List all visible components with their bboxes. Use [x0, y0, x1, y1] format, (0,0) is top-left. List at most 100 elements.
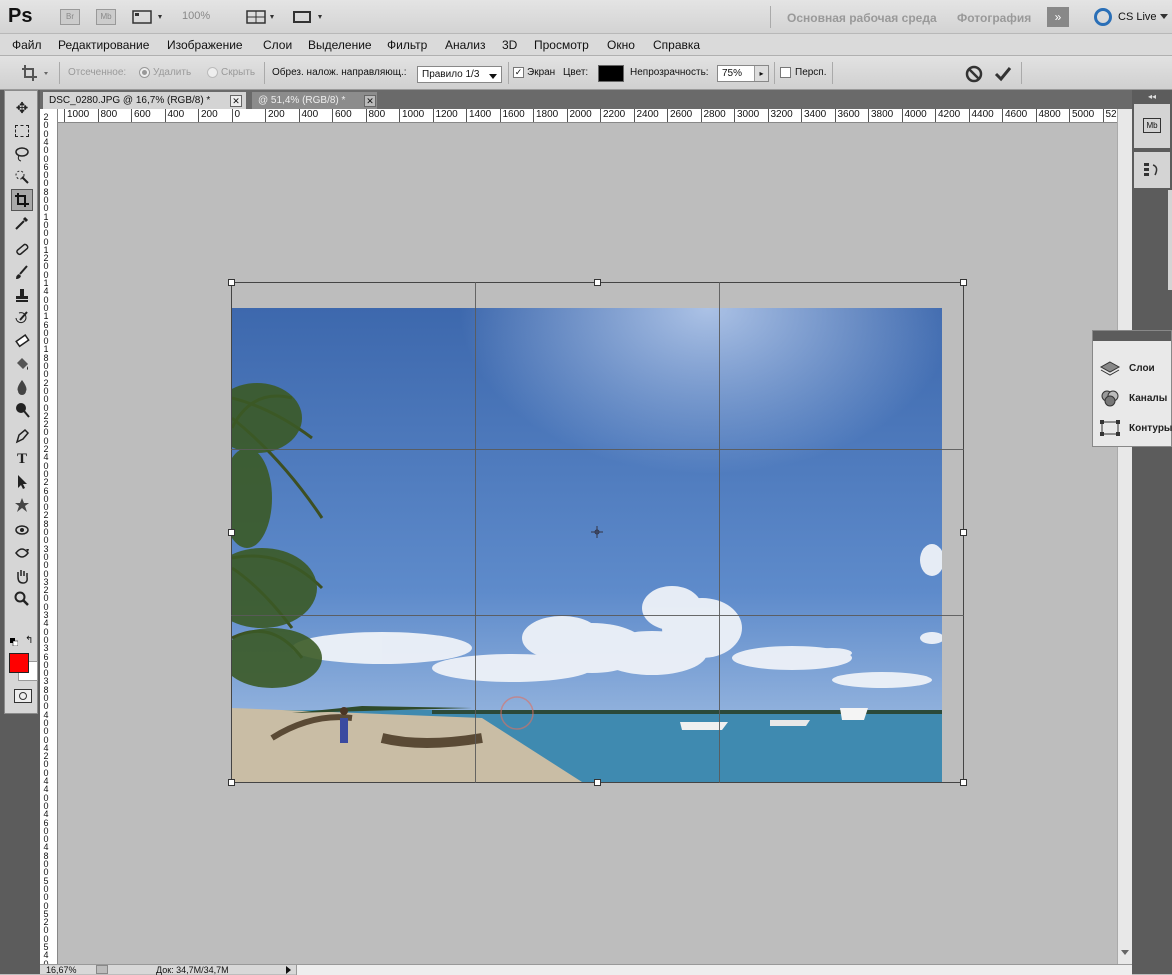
cancel-crop-icon[interactable] [964, 64, 984, 84]
clone-stamp-tool-icon[interactable] [11, 284, 33, 306]
crop-handle-left[interactable] [228, 529, 235, 536]
menu-help[interactable]: Справка [653, 38, 700, 52]
healing-brush-tool-icon[interactable] [11, 238, 33, 260]
overlay-select[interactable]: Правило 1/3 [417, 66, 502, 83]
crop-handle-top-left[interactable] [228, 279, 235, 286]
eraser-tool-icon[interactable] [11, 330, 33, 352]
bridge-icon[interactable]: Br [60, 9, 80, 25]
crop-tool-icon[interactable] [11, 189, 33, 211]
menu-file[interactable]: Файл [12, 38, 42, 52]
panel-layers[interactable]: Слои [1099, 355, 1155, 381]
dock-collapse-icon[interactable]: ◂◂ [1148, 92, 1156, 101]
history-panel-button[interactable] [1134, 152, 1170, 188]
path-selection-tool-icon[interactable] [11, 471, 33, 493]
ruler-top-tick-label: 400 [164, 109, 184, 122]
menu-view[interactable]: Просмотр [534, 38, 589, 52]
ruler-top-tick-label: 4400 [968, 109, 994, 122]
vertical-ruler[interactable]: 2004006008001000120014001600180020002200… [40, 109, 58, 964]
crop-handle-bottom-left[interactable] [228, 779, 235, 786]
hide-radio[interactable] [207, 67, 218, 78]
tab-document-1[interactable]: DSC_0280.JPG @ 16,7% (RGB/8) * [43, 92, 246, 109]
thirds-guide-h1 [231, 449, 964, 450]
status-menu-arrow-icon[interactable] [286, 966, 291, 974]
more-workspaces-icon[interactable]: » [1047, 7, 1069, 27]
crop-handle-top[interactable] [594, 279, 601, 286]
history-brush-tool-icon[interactable] [11, 307, 33, 329]
3d-rotate-tool-icon[interactable] [11, 519, 33, 541]
status-info-icon[interactable] [96, 965, 108, 974]
crop-handle-bottom-right[interactable] [960, 779, 967, 786]
foreground-color-swatch[interactable] [9, 653, 29, 673]
mini-bridge-panel-button[interactable]: Mb [1134, 104, 1170, 148]
panel-paths[interactable]: Контуры [1099, 415, 1172, 441]
eyedropper-tool-icon[interactable] [11, 212, 33, 234]
close-tab-2-icon[interactable]: ✕ [364, 95, 376, 107]
menu-analysis[interactable]: Анализ [445, 38, 486, 52]
move-tool-icon[interactable]: ✥ [11, 97, 33, 119]
menu-3d[interactable]: 3D [502, 38, 517, 52]
tab-document-2[interactable]: @ 51,4% (RGB/8) * [252, 92, 377, 109]
ruler-top-tick-label: 600 [332, 109, 352, 122]
swap-colors-icon[interactable]: ↰ [25, 635, 33, 646]
crop-center-point-icon[interactable] [591, 526, 603, 538]
brush-tool-icon[interactable] [11, 261, 33, 283]
view-extras-icon[interactable] [132, 9, 166, 25]
menu-filter[interactable]: Фильтр [387, 38, 427, 52]
menu-layers[interactable]: Слои [263, 38, 292, 52]
cs-live-menu[interactable]: CS Live [1118, 11, 1157, 23]
ruler-top-tick-label: 2800 [700, 109, 726, 122]
shield-color-swatch[interactable] [598, 65, 624, 82]
ruler-left-tick-label: 0 [43, 145, 49, 156]
commit-crop-icon[interactable] [993, 64, 1013, 84]
panel-channels-label: Каналы [1129, 392, 1168, 404]
horizontal-ruler[interactable]: 1000 800 600 400 200 0 200 400 600 800 1000 1200 140… [58, 109, 1117, 123]
default-colors-icon[interactable] [10, 637, 19, 647]
menu-window[interactable]: Окно [607, 38, 635, 52]
opacity-slider-arrow-icon[interactable]: ▸ [754, 66, 768, 81]
quick-mask-icon[interactable] [14, 689, 32, 703]
3d-orbit-tool-icon[interactable] [11, 542, 33, 564]
cs-live-chevron-icon[interactable] [1160, 14, 1168, 19]
opacity-input[interactable]: 75% ▸ [717, 65, 769, 82]
quick-selection-tool-icon[interactable] [11, 166, 33, 188]
menu-image[interactable]: Изображение [167, 38, 243, 52]
custom-shape-tool-icon[interactable] [11, 494, 33, 516]
zoom-level[interactable]: 100% [182, 10, 210, 22]
paint-bucket-tool-icon[interactable] [11, 353, 33, 375]
marquee-tool-icon[interactable] [11, 120, 33, 142]
workspace-essentials[interactable]: Основная рабочая среда [787, 11, 937, 25]
menu-edit[interactable]: Редактирование [58, 38, 149, 52]
workspace-photography[interactable]: Фотография [957, 11, 1031, 25]
menu-bar: Файл Редактирование Изображение Слои Выд… [0, 34, 1172, 56]
tab-document-2-label: @ 51,4% (RGB/8) * [258, 95, 346, 106]
crop-handle-top-right[interactable] [960, 279, 967, 286]
menu-select[interactable]: Выделение [308, 38, 372, 52]
close-tab-1-icon[interactable]: ✕ [230, 95, 242, 107]
color-label: Цвет: [563, 67, 589, 78]
pen-tool-icon[interactable] [11, 425, 33, 447]
canvas-area[interactable] [58, 124, 1117, 964]
arrange-documents-icon[interactable] [246, 9, 280, 25]
shield-checkbox[interactable]: ✓ [513, 67, 524, 78]
panel-channels[interactable]: Каналы [1099, 385, 1167, 411]
zoom-tool-icon[interactable] [11, 588, 33, 610]
thirds-guide-h2 [231, 615, 964, 616]
crop-handle-right[interactable] [960, 529, 967, 536]
dodge-tool-icon[interactable] [11, 399, 33, 421]
vertical-scrollbar[interactable] [1117, 109, 1132, 964]
crop-handle-bottom[interactable] [594, 779, 601, 786]
mini-bridge-icon[interactable]: Mb [96, 9, 116, 25]
scroll-down-arrow-icon[interactable] [1121, 950, 1129, 955]
hand-tool-icon[interactable] [11, 565, 33, 587]
ruler-left-tick-label: 1 [43, 311, 49, 322]
ruler-top-tick-label: 4200 [935, 109, 960, 122]
crop-tool-preset-icon[interactable] [20, 64, 52, 82]
delete-radio[interactable] [139, 67, 150, 78]
ruler-top-tick-label: 3800 [868, 109, 893, 122]
blur-tool-icon[interactable] [11, 376, 33, 398]
ruler-top-tick-label: 0 [231, 109, 240, 122]
perspective-checkbox[interactable] [780, 67, 791, 78]
screen-mode-icon[interactable] [292, 9, 326, 25]
lasso-tool-icon[interactable] [11, 143, 33, 165]
type-tool-icon[interactable]: T [11, 448, 33, 470]
